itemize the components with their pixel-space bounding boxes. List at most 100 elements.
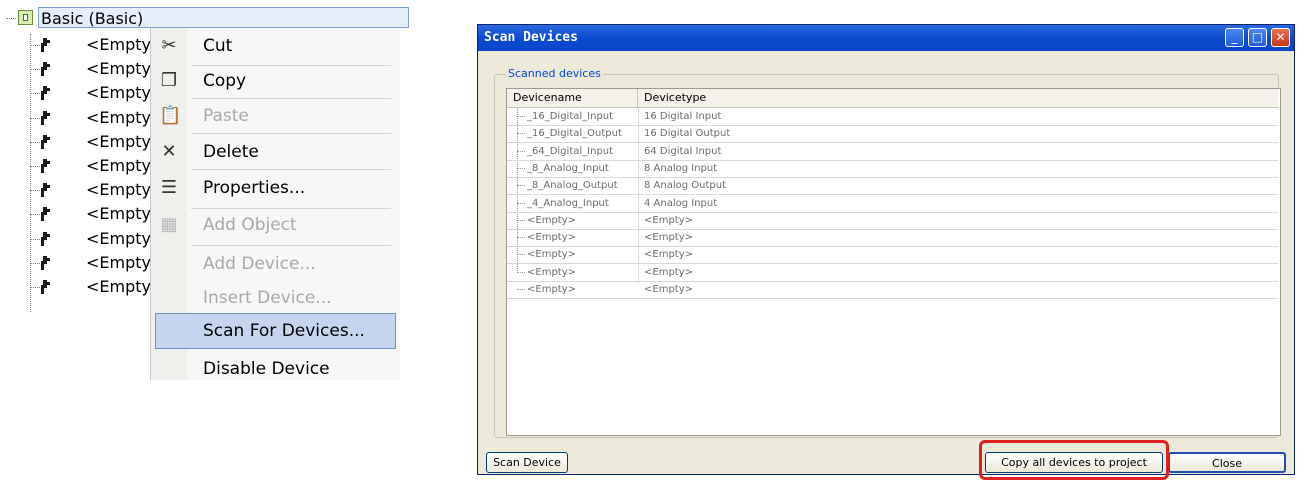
group-label: Scanned devices — [506, 67, 603, 80]
menu-item-label: Scan For Devices... — [203, 321, 365, 341]
close-window-button[interactable]: ✕ — [1271, 28, 1290, 47]
cell-devicetype: <Empty> — [644, 249, 694, 261]
row-connector — [517, 219, 525, 221]
connector-plug-icon — [41, 183, 50, 198]
tree-connector — [30, 93, 40, 95]
cell-devicetype: 64 Digital Input — [644, 145, 722, 157]
table-row[interactable]: <Empty> <Empty> — [507, 281, 1278, 299]
connector-plug-icon — [41, 207, 50, 222]
minimize-button[interactable]: _ — [1225, 28, 1244, 47]
tree-connector — [30, 166, 40, 167]
connector-plug-icon — [41, 280, 50, 294]
row-connector — [517, 150, 525, 152]
maximize-icon: □ — [1251, 30, 1264, 44]
table-header: Devicename Devicetype — [507, 89, 1278, 108]
cell-devicetype: 4 Analog Input — [644, 197, 718, 209]
cell-devicename: _4_Analog_Input — [527, 197, 609, 209]
cell-devicetype: <Empty> — [644, 232, 694, 244]
menu-item-copy[interactable]: ❐ Copy — [151, 63, 400, 99]
menu-item-properties[interactable]: ☰ Properties... — [151, 170, 400, 206]
column-header-devicetype[interactable]: Devicetype — [638, 89, 1278, 107]
table-row[interactable]: _16_Digital_Output 16 Digital Output — [507, 125, 1278, 144]
tree-root-label[interactable]: Basic (Basic) — [38, 7, 409, 28]
tree-connector — [30, 238, 40, 240]
cell-devicetype: <Empty> — [644, 266, 694, 278]
delete-x-icon: ✕ — [161, 141, 177, 162]
menu-item-insert-device[interactable]: Insert Device... — [151, 280, 400, 316]
menu-item-label: Copy — [203, 71, 247, 91]
module-icon — [18, 10, 33, 25]
close-button[interactable]: Close — [1168, 452, 1286, 473]
tree-connector — [30, 262, 40, 264]
tree-connector — [30, 141, 40, 143]
context-menu: ✂ Cut ❐ Copy 📋 Paste ✕ Delete ☰ Properties... ▦ Add… — [150, 28, 400, 380]
menu-separator — [191, 133, 391, 134]
menu-item-label: Disable Device — [203, 359, 330, 379]
cell-devicename: <Empty> — [527, 232, 577, 244]
menu-item-cut[interactable]: ✂ Cut — [151, 28, 400, 64]
menu-item-label: Insert Device... — [203, 288, 332, 308]
devices-table[interactable]: Devicename Devicetype _16_Digital_Input 1… — [506, 88, 1281, 436]
row-connector — [517, 167, 525, 169]
menu-item-disable-device[interactable]: Disable Device — [151, 351, 400, 387]
cell-devicename: <Empty> — [527, 249, 577, 261]
row-connector — [517, 202, 525, 204]
copy-icon: ❐ — [160, 70, 178, 91]
scan-device-button[interactable]: Scan Device — [486, 452, 568, 473]
scissors-icon: ✂ — [161, 35, 177, 56]
connector-plug-icon — [41, 38, 50, 52]
cell-devicename: _64_Digital_Input — [527, 145, 614, 157]
row-connector — [517, 289, 525, 290]
menu-item-add-object[interactable]: ▦ Add Object — [151, 207, 400, 243]
cell-devicetype: 16 Digital Input — [644, 111, 722, 122]
table-row[interactable]: <Empty> <Empty> — [507, 264, 1278, 282]
menu-item-label: Add Object — [203, 215, 297, 235]
menu-item-paste[interactable]: 📋 Paste — [151, 98, 400, 134]
tree-root-node[interactable]: Basic (Basic) — [6, 7, 411, 30]
dialog-titlebar[interactable]: Scan Devices _ □ ✕ — [478, 25, 1294, 51]
cell-devicetype: 8 Analog Output — [644, 180, 727, 192]
tree-connector — [6, 18, 16, 19]
column-header-devicename[interactable]: Devicename — [507, 89, 638, 107]
table-row[interactable]: _8_Analog_Input 8 Analog Input — [507, 160, 1278, 178]
row-connector — [517, 185, 525, 187]
cell-devicename: _8_Analog_Output — [527, 180, 618, 192]
tree-connector — [30, 287, 40, 288]
tree-connector — [30, 190, 40, 192]
maximize-button[interactable]: □ — [1248, 28, 1267, 47]
menu-separator — [191, 169, 391, 170]
table-row[interactable]: _64_Digital_Input 64 Digital Input — [507, 143, 1278, 161]
menu-item-delete[interactable]: ✕ Delete — [151, 134, 400, 170]
row-connector — [517, 133, 525, 135]
connector-plug-icon — [41, 159, 50, 173]
row-connector — [517, 237, 525, 239]
tree-connector — [30, 45, 40, 46]
close-icon: ✕ — [1275, 30, 1286, 44]
connector-plug-icon — [41, 134, 50, 149]
table-row[interactable]: <Empty> <Empty> — [507, 229, 1278, 248]
cell-devicetype: 16 Digital Output — [644, 128, 731, 140]
menu-separator — [191, 98, 391, 99]
minimize-icon: _ — [1231, 30, 1238, 44]
cell-devicetype: <Empty> — [644, 284, 694, 295]
table-row[interactable]: _4_Analog_Input 4 Analog Input — [507, 195, 1278, 213]
cell-devicename: _16_Digital_Output — [527, 128, 622, 140]
highlight-annotation-box — [979, 440, 1169, 480]
menu-separator — [191, 245, 391, 246]
menu-item-scan-for-devices[interactable]: Scan For Devices... — [151, 313, 400, 349]
dialog-title: Scan Devices — [484, 30, 578, 45]
table-row[interactable]: <Empty> <Empty> — [507, 246, 1278, 265]
row-connector — [517, 271, 525, 273]
paste-icon: 📋 — [159, 105, 182, 126]
tree-connector — [30, 214, 40, 216]
row-connector — [517, 116, 525, 117]
device-tree: Basic (Basic) <Empty> <Empty> <Empty> <Empt… — [0, 0, 409, 330]
table-row[interactable]: <Empty> <Empty> — [507, 212, 1278, 230]
table-row[interactable]: _8_Analog_Output 8 Analog Output — [507, 177, 1278, 196]
menu-item-label: Delete — [203, 142, 259, 162]
table-row[interactable]: _16_Digital_Input 16 Digital Input — [507, 108, 1278, 126]
menu-item-label: Paste — [203, 106, 249, 126]
menu-item-add-device[interactable]: Add Device... — [151, 246, 400, 282]
connector-plug-icon — [41, 86, 50, 101]
cell-devicetype: 8 Analog Input — [644, 162, 718, 174]
